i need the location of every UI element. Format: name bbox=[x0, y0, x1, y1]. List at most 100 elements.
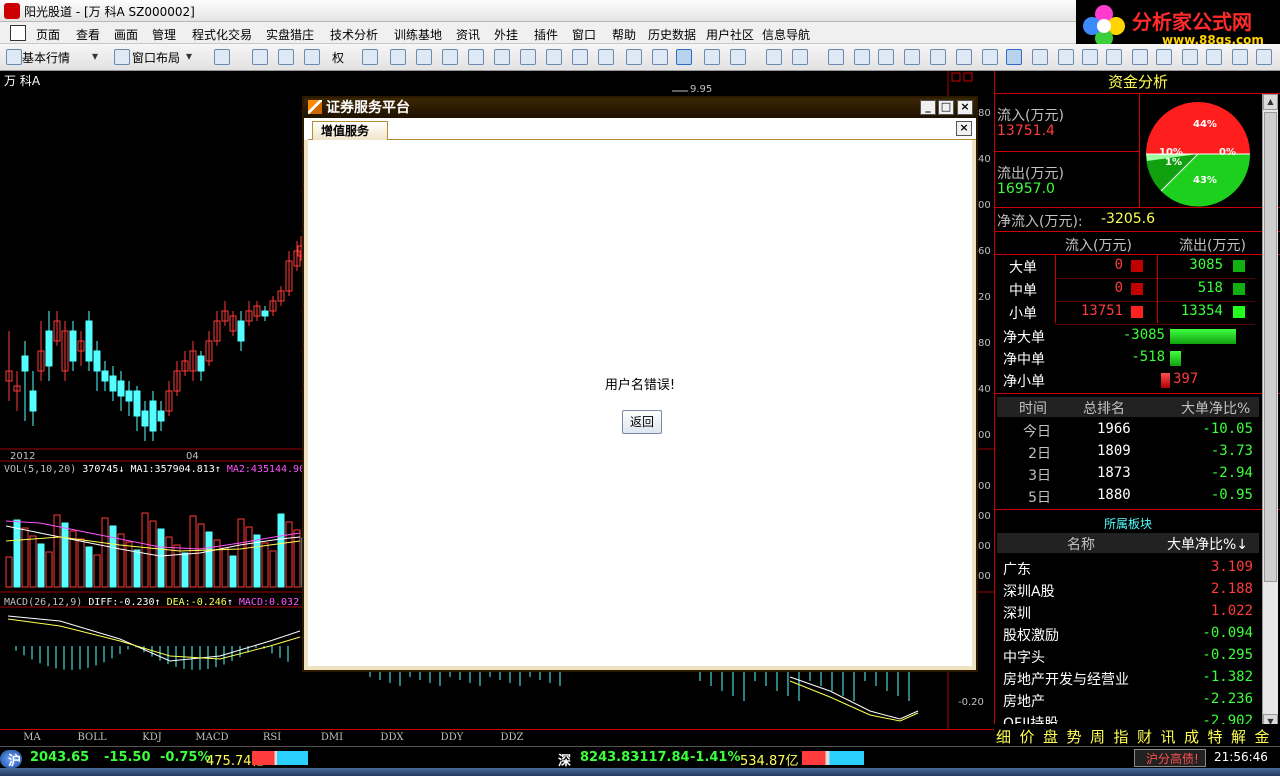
right-panel-tab[interactable]: 价 bbox=[1020, 726, 1035, 747]
toolbar-tool-icon[interactable] bbox=[704, 49, 720, 65]
sector-name[interactable]: 深圳A股 bbox=[1003, 581, 1055, 601]
menu-item-2[interactable]: 画面 bbox=[114, 26, 138, 43]
menu-item-5[interactable]: 实盘猎庄 bbox=[266, 26, 314, 43]
right-panel-tab[interactable]: 财 bbox=[1137, 726, 1152, 747]
toolbar-tool-icon[interactable] bbox=[792, 49, 808, 65]
tab-close-button[interactable]: × bbox=[956, 121, 972, 136]
toolbar-tool-icon[interactable] bbox=[520, 49, 536, 65]
toolbar-tool-icon[interactable] bbox=[904, 49, 920, 65]
dialog-titlebar[interactable]: 证券服务平台 _ □ × bbox=[304, 98, 976, 118]
menu-item-15[interactable]: 信息导航 bbox=[762, 26, 810, 43]
toolbar-tool-icon[interactable] bbox=[390, 49, 406, 65]
toolbar-tool-icon[interactable] bbox=[956, 49, 972, 65]
toolbar-tool-icon[interactable] bbox=[730, 49, 746, 65]
dropdown-arrow-icon[interactable]: ▾ bbox=[92, 49, 98, 63]
maximize-button[interactable]: □ bbox=[938, 100, 954, 115]
sector-name[interactable]: 广东 bbox=[1003, 559, 1031, 579]
toolbar-tool-icon[interactable] bbox=[828, 49, 844, 65]
toolbar-tool-icon[interactable] bbox=[930, 49, 946, 65]
toolbar-tool-icon[interactable] bbox=[1006, 49, 1022, 65]
window-layout-button[interactable]: 窗口布局 bbox=[132, 49, 180, 66]
menu-item-3[interactable]: 管理 bbox=[152, 26, 176, 43]
menu-item-10[interactable]: 插件 bbox=[534, 26, 558, 43]
toolbar-tool-icon[interactable] bbox=[252, 49, 268, 65]
stock-icon[interactable] bbox=[6, 49, 22, 65]
toolbar-tool-icon[interactable] bbox=[854, 49, 870, 65]
menu-item-6[interactable]: 技术分析 bbox=[330, 26, 378, 43]
menu-item-13[interactable]: 历史数据 bbox=[648, 26, 696, 43]
toolbar-tool-icon[interactable] bbox=[1132, 49, 1148, 65]
indicator-tab[interactable]: KDJ bbox=[122, 732, 182, 743]
toolbar-tool-icon[interactable] bbox=[1156, 49, 1172, 65]
rights-button[interactable]: 权 bbox=[332, 49, 344, 66]
toolbar-tool-icon[interactable] bbox=[1082, 49, 1098, 65]
toolbar-tool-icon[interactable] bbox=[766, 49, 782, 65]
indicator-tab[interactable]: BOLL bbox=[62, 732, 122, 743]
sector-name[interactable]: 房地产开发与经营业 bbox=[1003, 669, 1129, 689]
toolbar-tool-icon[interactable] bbox=[1058, 49, 1074, 65]
toolbar-tool-icon[interactable] bbox=[214, 49, 230, 65]
menu-item-11[interactable]: 窗口 bbox=[572, 26, 596, 43]
back-button[interactable]: 返回 bbox=[622, 410, 662, 434]
toolbar-tool-icon[interactable] bbox=[468, 49, 484, 65]
right-panel-tab[interactable]: 指 bbox=[1114, 726, 1129, 747]
toolbar-tool-icon[interactable] bbox=[598, 49, 614, 65]
toolbar-tool-icon[interactable] bbox=[278, 49, 294, 65]
menu-item-4[interactable]: 程式化交易 bbox=[192, 26, 252, 43]
dropdown-arrow-icon[interactable]: ▾ bbox=[186, 49, 192, 63]
right-panel-tab[interactable]: 讯 bbox=[1161, 726, 1176, 747]
basic-quote-button[interactable]: 基本行情 bbox=[22, 49, 70, 66]
menu-item-9[interactable]: 外挂 bbox=[494, 26, 518, 43]
menu-item-12[interactable]: 帮助 bbox=[612, 26, 636, 43]
panel-scrollbar[interactable]: ▲ ▼ bbox=[1262, 94, 1278, 730]
toolbar-tool-icon[interactable] bbox=[362, 49, 378, 65]
toolbar-tool-icon[interactable] bbox=[626, 49, 642, 65]
toolbar-tool-icon[interactable] bbox=[652, 49, 668, 65]
toolbar-tool-icon[interactable] bbox=[982, 49, 998, 65]
right-panel-tab[interactable]: 成 bbox=[1184, 726, 1199, 747]
tab-value-added-service[interactable]: 增值服务 bbox=[312, 121, 388, 140]
sector-name[interactable]: 股权激励 bbox=[1003, 625, 1059, 645]
sector-name[interactable]: 深圳 bbox=[1003, 603, 1031, 623]
toolbar-tool-icon[interactable] bbox=[416, 49, 432, 65]
toolbar-tool-icon[interactable] bbox=[1106, 49, 1122, 65]
toolbar-tool-icon[interactable] bbox=[1206, 49, 1222, 65]
menu-item-7[interactable]: 训练基地 bbox=[394, 26, 442, 43]
sector-name[interactable]: 中字头 bbox=[1003, 647, 1045, 667]
indicator-tab[interactable]: RSI bbox=[242, 732, 302, 743]
right-panel-tab[interactable]: 势 bbox=[1067, 726, 1082, 747]
layout-icon[interactable] bbox=[114, 49, 130, 65]
indicator-tab[interactable]: DDZ bbox=[482, 732, 542, 743]
right-panel-tab[interactable]: 解 bbox=[1231, 726, 1246, 747]
menu-item-8[interactable]: 资讯 bbox=[456, 26, 480, 43]
toolbar-tool-icon[interactable] bbox=[304, 49, 320, 65]
app-menu-icon[interactable] bbox=[10, 25, 26, 41]
menu-item-14[interactable]: 用户社区 bbox=[706, 26, 754, 43]
toolbar-tool-icon[interactable] bbox=[442, 49, 458, 65]
toolbar-tool-icon[interactable] bbox=[572, 49, 588, 65]
toolbar-tool-icon[interactable] bbox=[546, 49, 562, 65]
close-button[interactable]: × bbox=[957, 100, 973, 115]
right-panel-tab[interactable]: 特 bbox=[1208, 726, 1223, 747]
toolbar-tool-icon[interactable] bbox=[676, 49, 692, 65]
scroll-up-icon[interactable]: ▲ bbox=[1263, 94, 1278, 110]
toolbar-tool-icon[interactable] bbox=[1232, 49, 1248, 65]
toolbar-tool-icon[interactable] bbox=[1256, 49, 1272, 65]
toolbar-tool-icon[interactable] bbox=[1032, 49, 1048, 65]
toolbar-tool-icon[interactable] bbox=[878, 49, 894, 65]
toolbar-tool-icon[interactable] bbox=[1182, 49, 1198, 65]
right-panel-tab[interactable]: 盘 bbox=[1043, 726, 1058, 747]
toolbar-tool-icon[interactable] bbox=[494, 49, 510, 65]
menu-item-1[interactable]: 查看 bbox=[76, 26, 100, 43]
sector-name[interactable]: 房地产 bbox=[1003, 691, 1045, 711]
right-panel-tab[interactable]: 金 bbox=[1255, 726, 1270, 747]
indicator-tab[interactable]: MA bbox=[2, 732, 62, 743]
indicator-tab[interactable]: DDX bbox=[362, 732, 422, 743]
menu-item-0[interactable]: 页面 bbox=[36, 26, 60, 43]
indicator-tab[interactable]: DDY bbox=[422, 732, 482, 743]
scroll-thumb[interactable] bbox=[1264, 112, 1277, 582]
indicator-tab[interactable]: DMI bbox=[302, 732, 362, 743]
right-panel-tab[interactable]: 细 bbox=[996, 726, 1011, 747]
minimize-button[interactable]: _ bbox=[920, 100, 936, 115]
right-panel-tab[interactable]: 周 bbox=[1090, 726, 1105, 747]
